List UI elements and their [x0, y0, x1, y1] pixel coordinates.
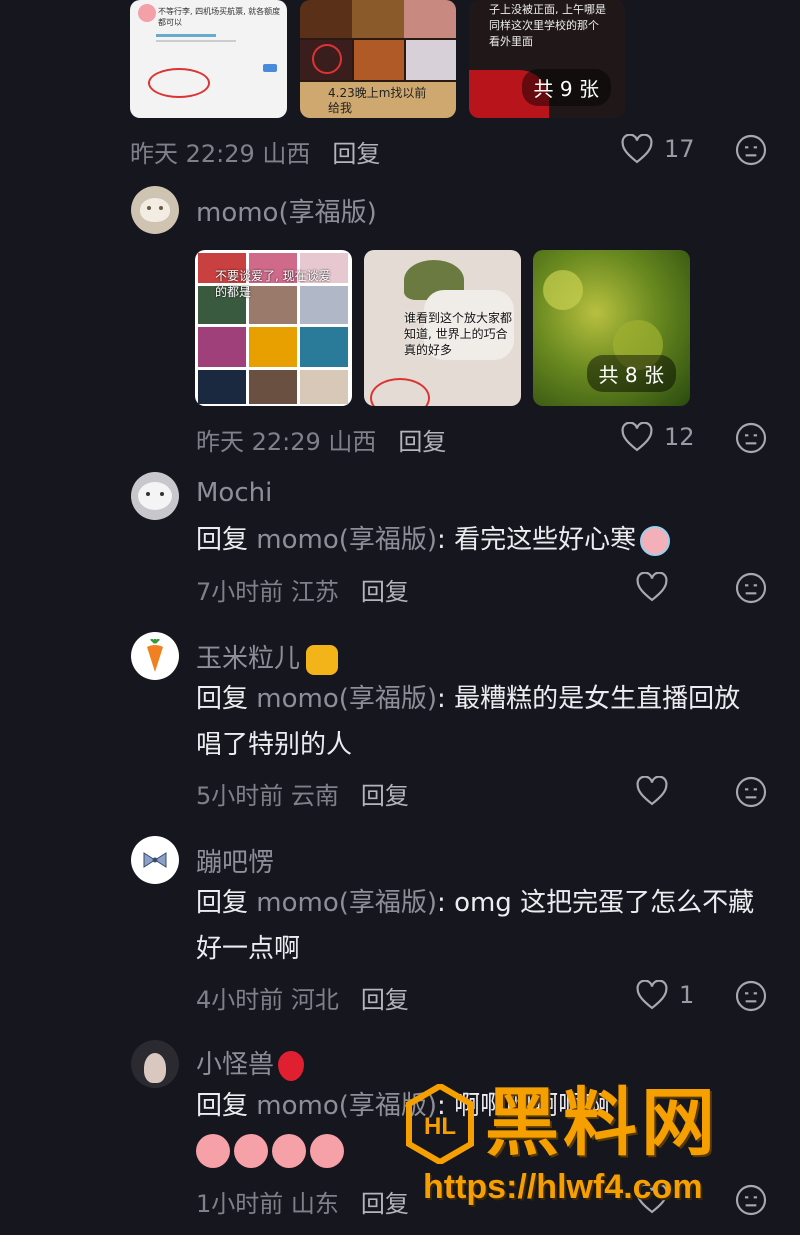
comment-author-name[interactable]: Mochi	[196, 478, 272, 508]
reply-prefix: 回复	[196, 1091, 249, 1121]
peach-emoji-icon	[234, 1134, 268, 1168]
comment-meta: 4小时前 河北 回复	[196, 980, 409, 1015]
post-reply-button[interactable]: 回复	[332, 140, 380, 168]
balloon-icon	[278, 1050, 305, 1081]
peach-emoji-icon	[272, 1134, 306, 1168]
post-image-1[interactable]: 不等行李, 四机场买航票, 就各额度都可以	[130, 0, 287, 118]
bow-icon	[143, 852, 167, 868]
post-time-location: 昨天 22:29 山西	[130, 140, 311, 168]
reply-prefix: 回复	[196, 684, 249, 714]
crying-emoji-icon	[640, 525, 671, 556]
avatar[interactable]	[131, 632, 179, 680]
dislike-icon[interactable]	[735, 134, 767, 166]
comment-text: 回复 momo(享福版): omg 这把完蛋了怎么不藏好一点啊	[196, 880, 766, 972]
image-count-badge: 共 8 张	[586, 355, 676, 392]
comment-meta: 5小时前 云南 回复	[196, 776, 409, 811]
heart-icon	[621, 134, 653, 164]
avatar[interactable]	[131, 186, 179, 234]
comment-text: 回复 momo(享福版): 最糟糕的是女生直播回放唱了特别的人	[196, 676, 766, 768]
post-image-3[interactable]: 子上没被正面, 上午哪是同样这次里学校的那个看外里面 共 9 张	[469, 0, 625, 118]
comment-meta: 昨天 22:29 山西 回复	[196, 422, 446, 457]
watermark-url: https://hlwf4.com	[423, 1168, 703, 1206]
author-name-text: 玉米粒儿	[196, 644, 301, 674]
post-like-button[interactable]: 17	[620, 134, 695, 164]
comment-image-1-caption: 不要谈爱了, 现在谈爱的都是	[215, 269, 331, 299]
reply-button[interactable]: 回复	[361, 578, 409, 606]
reply-button[interactable]: 回复	[398, 428, 446, 456]
comment-image-2-caption: 谁看到这个放大家都知道, 世界上的巧合真的好多	[404, 311, 513, 357]
comment-image-1[interactable]: 不要谈爱了, 现在谈爱的都是	[195, 250, 352, 406]
like-button[interactable]	[635, 572, 669, 602]
dislike-icon[interactable]	[735, 776, 767, 808]
post-image-2[interactable]: 4.23晚上m找以前给我	[300, 0, 456, 118]
emoji-row	[196, 1134, 344, 1168]
comment-meta: 1小时前 山东 回复	[196, 1184, 409, 1219]
comment-author-name[interactable]: 蹦吧愣	[196, 842, 274, 879]
heart-icon	[636, 572, 668, 602]
comment-time-location: 昨天 22:29 山西	[196, 428, 377, 456]
post-image-3-caption: 子上没被正面, 上午哪是同样这次里学校的那个看外里面	[489, 3, 606, 48]
reply-button[interactable]: 回复	[361, 782, 409, 810]
reply-prefix: 回复	[196, 888, 249, 918]
peach-emoji-icon	[196, 1134, 230, 1168]
comment-author-name[interactable]: 小怪兽	[196, 1044, 305, 1081]
dislike-icon[interactable]	[735, 572, 767, 604]
avatar[interactable]	[131, 836, 179, 884]
like-button[interactable]: 1	[635, 980, 694, 1010]
post-like-count: 17	[664, 135, 695, 163]
like-button[interactable]: 12	[620, 422, 695, 452]
reply-prefix: 回复	[196, 525, 249, 555]
comment-image-3[interactable]: 共 8 张	[533, 250, 690, 406]
watermark: HL 黑料网 https://hlwf4.com	[405, 1080, 785, 1210]
comment-author-name[interactable]: 玉米粒儿	[196, 638, 339, 675]
comment-time-location: 4小时前 河北	[196, 986, 339, 1014]
reply-button[interactable]: 回复	[361, 986, 409, 1014]
mention-link[interactable]: momo(享福版)	[256, 684, 437, 714]
heart-icon	[636, 776, 668, 806]
image-count-badge: 共 9 张	[521, 69, 611, 106]
peach-emoji-icon	[310, 1134, 344, 1168]
carrot-icon	[147, 639, 163, 672]
author-name-text: 小怪兽	[196, 1050, 275, 1080]
dislike-icon[interactable]	[735, 422, 767, 454]
like-count: 1	[679, 981, 695, 1009]
post-image-2-caption: 4.23晚上m找以前给我	[328, 86, 427, 115]
heart-icon	[621, 422, 653, 452]
comment-time-location: 1小时前 山东	[196, 1190, 339, 1218]
mention-link[interactable]: momo(享福版)	[256, 888, 437, 918]
comment-author-name[interactable]: momo(享福版)	[196, 192, 377, 229]
dislike-icon[interactable]	[735, 980, 767, 1012]
watermark-logo-icon: HL	[406, 1084, 474, 1164]
heart-icon	[636, 980, 668, 1010]
avatar[interactable]	[131, 472, 179, 520]
honey-jar-icon	[306, 644, 339, 675]
comment-time-location: 5小时前 云南	[196, 782, 339, 810]
like-button[interactable]	[635, 776, 669, 806]
comment-meta: 7小时前 江苏 回复	[196, 572, 409, 607]
post-image-1-caption: 不等行李, 四机场买航票, 就各额度都可以	[158, 7, 281, 27]
comment-time-location: 7小时前 江苏	[196, 578, 339, 606]
reply-button[interactable]: 回复	[361, 1190, 409, 1218]
comment-body: : 看完这些好心寒	[437, 525, 637, 555]
avatar[interactable]	[131, 1040, 179, 1088]
svg-text:HL: HL	[424, 1113, 456, 1140]
like-count: 12	[664, 423, 695, 451]
watermark-logo-text: 黑料网	[485, 1080, 719, 1166]
post-meta: 昨天 22:29 山西 回复	[130, 134, 380, 169]
mention-link[interactable]: momo(享福版)	[256, 525, 437, 555]
comment-image-2[interactable]: 谁看到这个放大家都知道, 世界上的巧合真的好多	[364, 250, 521, 406]
comment-text: 回复 momo(享福版): 看完这些好心寒	[196, 517, 766, 563]
